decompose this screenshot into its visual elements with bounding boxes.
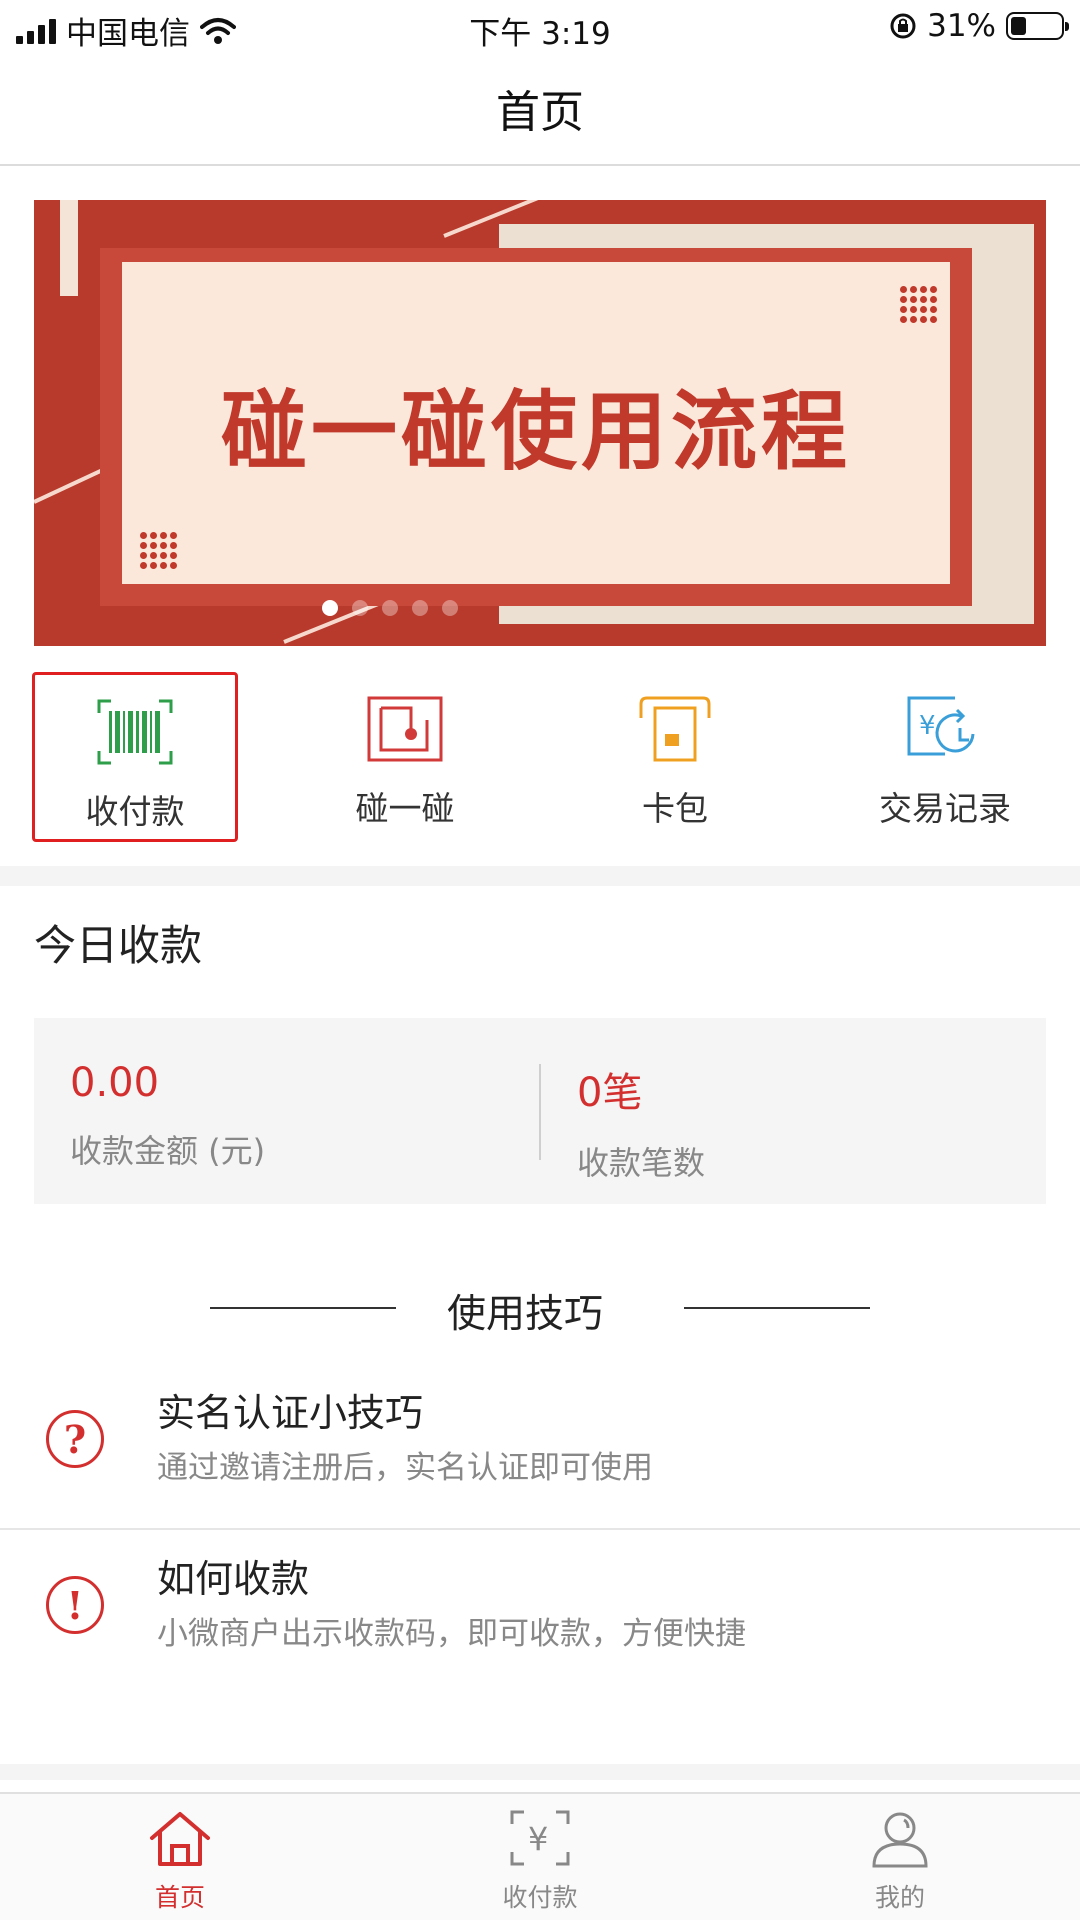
promo-banner[interactable]: 碰一碰使用流程 xyxy=(34,200,1046,646)
count-label: 收款笔数 xyxy=(577,1144,706,1182)
tip-item[interactable]: ! 如何收款 小微商户出示收款码，即可收款，方便快捷 xyxy=(0,1530,1080,1696)
tab-bar: 首页 ¥ 收付款 我的 xyxy=(0,1792,1080,1920)
tab-profile[interactable]: 我的 xyxy=(720,1794,1080,1920)
page-title: 首页 xyxy=(496,87,584,138)
banner-decoration xyxy=(60,200,78,296)
banner-indicators xyxy=(34,600,896,616)
today-section-title: 今日收款 xyxy=(34,921,203,970)
count-stat: 0笔 收款笔数 xyxy=(577,1060,705,1184)
banner-indicator-dot[interactable] xyxy=(412,600,428,616)
today-stats-card[interactable]: 0.00 收款金额 (元) 0笔 收款笔数 xyxy=(34,1018,1046,1204)
quick-item-label: 卡包 xyxy=(642,789,708,828)
banner-panel: 碰一碰使用流程 xyxy=(122,262,950,584)
question-icon: ? xyxy=(46,1410,104,1468)
heading-line-right xyxy=(684,1307,870,1309)
stats-divider xyxy=(539,1064,541,1160)
tap-nfc-icon xyxy=(367,696,443,762)
banner-indicator-dot[interactable] xyxy=(382,600,398,616)
amount-label: 收款金额 (元) xyxy=(70,1132,266,1170)
tab-label: 收付款 xyxy=(502,1883,578,1912)
banner-indicator-dot[interactable] xyxy=(352,600,368,616)
count-value: 0笔 xyxy=(577,1070,643,1116)
nav-bar: 首页 xyxy=(0,52,1080,166)
home-icon xyxy=(150,1812,210,1866)
tip-item[interactable]: ? 实名认证小技巧 通过邀请注册后，实名认证即可使用 xyxy=(0,1364,1080,1530)
quick-menu: 收付款 碰一碰 卡包 ¥ 交易记录 xyxy=(0,666,1080,866)
quick-item-card-wallet[interactable]: 卡包 xyxy=(572,672,778,842)
battery-fill xyxy=(1011,17,1026,35)
tab-label: 我的 xyxy=(874,1883,925,1912)
quick-item-tap[interactable]: 碰一碰 xyxy=(302,672,508,842)
tip-title: 实名认证小技巧 xyxy=(157,1391,424,1435)
yuan-scan-icon: ¥ xyxy=(510,1810,570,1866)
svg-text:¥: ¥ xyxy=(528,1820,548,1858)
tip-title: 如何收款 xyxy=(157,1557,310,1601)
tab-label: 首页 xyxy=(154,1883,205,1912)
transaction-record-icon: ¥ xyxy=(907,696,975,756)
section-divider xyxy=(0,1764,1080,1780)
status-right: 31% xyxy=(889,8,1069,44)
quick-item-receive-pay[interactable]: 收付款 xyxy=(32,672,238,842)
quick-item-label: 收付款 xyxy=(85,792,185,831)
amount-value: 0.00 xyxy=(70,1060,160,1106)
banner-dot-pattern xyxy=(140,532,177,569)
quick-item-transaction-record[interactable]: ¥ 交易记录 xyxy=(842,672,1048,842)
banner-indicator-dot[interactable] xyxy=(442,600,458,616)
tip-description: 通过邀请注册后，实名认证即可使用 xyxy=(157,1450,653,1486)
svg-text:¥: ¥ xyxy=(919,711,936,741)
amount-stat: 0.00 收款金额 (元) xyxy=(70,1060,265,1172)
exclamation-icon: ! xyxy=(46,1576,104,1634)
banner-indicator-dot[interactable] xyxy=(322,600,338,616)
banner-title: 碰一碰使用流程 xyxy=(221,381,851,482)
battery-icon xyxy=(1006,12,1069,40)
tip-description: 小微商户出示收款码，即可收款，方便快捷 xyxy=(157,1616,746,1652)
banner-dot-pattern xyxy=(900,286,937,323)
user-icon xyxy=(872,1812,928,1868)
battery-percent: 31% xyxy=(927,8,996,44)
quick-item-label: 交易记录 xyxy=(879,789,1011,828)
barcode-scan-icon xyxy=(97,699,173,765)
status-bar: 中国电信 下午 3:19 31% xyxy=(0,0,1080,52)
rotation-lock-icon xyxy=(890,13,916,39)
tab-receive-pay[interactable]: ¥ 收付款 xyxy=(360,1794,720,1920)
section-divider xyxy=(0,866,1080,886)
tips-heading: 使用技巧 xyxy=(0,1278,1080,1338)
card-wallet-icon xyxy=(639,696,711,762)
tab-home[interactable]: 首页 xyxy=(0,1794,360,1920)
quick-item-label: 碰一碰 xyxy=(355,789,455,828)
tips-heading-text: 使用技巧 xyxy=(446,1292,603,1337)
